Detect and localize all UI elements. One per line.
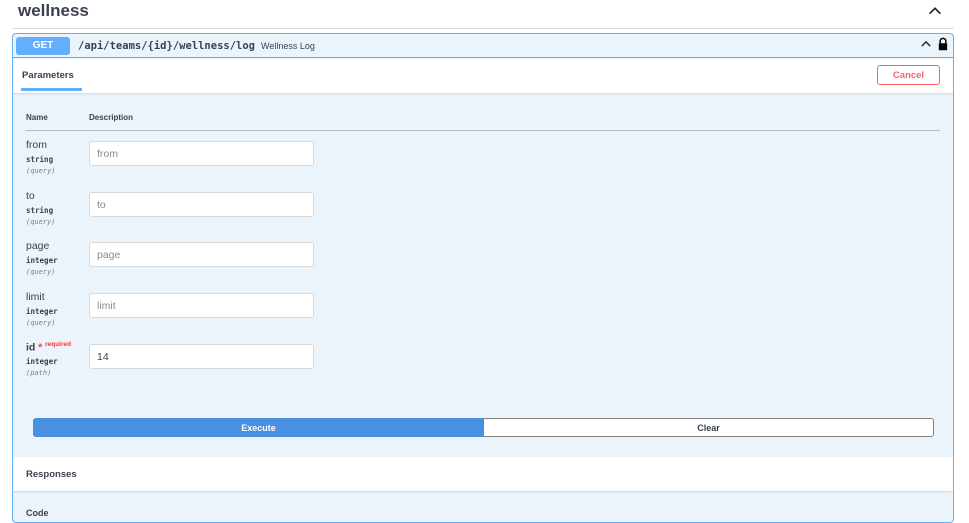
responses-code-header: Code (26, 508, 49, 518)
responses-section-header: Responses (13, 457, 953, 491)
parameters-table: Name Description from string (query) to … (13, 94, 953, 454)
required-star: * (38, 342, 43, 354)
param-type-limit: integer (26, 307, 58, 316)
param-type-from: string (26, 155, 54, 164)
parameters-section-header: Parameters Cancel (13, 59, 953, 93)
responses-title: Responses (26, 469, 77, 480)
param-name-page: page (26, 240, 50, 252)
param-location-limit: (query) (26, 319, 56, 327)
param-name-from: from (26, 139, 47, 151)
summary-icons (919, 37, 949, 51)
tag-header[interactable]: wellness (12, 0, 954, 29)
param-type-id: integer (26, 357, 58, 366)
operation-summary[interactable]: GET /api/teams/{id}/wellness/log Wellnes… (13, 34, 953, 58)
execute-button[interactable]: Execute (33, 418, 484, 437)
param-location-id: (path) (26, 369, 52, 377)
lock-icon[interactable] (937, 37, 949, 51)
column-header-name: Name (26, 113, 48, 122)
chevron-up-icon[interactable] (926, 2, 944, 20)
cancel-button[interactable]: Cancel (877, 65, 940, 85)
id-input[interactable] (89, 344, 314, 369)
param-name-id-text: id (26, 341, 36, 354)
param-type-to: string (26, 206, 54, 215)
required-label: required (45, 341, 72, 348)
from-input[interactable] (89, 141, 314, 166)
param-location-page: (query) (26, 268, 56, 276)
operation-description: Wellness Log (261, 40, 315, 51)
param-location-from: (query) (26, 167, 56, 175)
operation-block: GET /api/teams/{id}/wellness/log Wellnes… (12, 33, 954, 523)
to-input[interactable] (89, 192, 314, 217)
header-divider (25, 130, 940, 131)
param-name-to: to (26, 190, 35, 202)
tab-active-indicator (21, 88, 82, 91)
tab-parameters[interactable]: Parameters (22, 70, 74, 81)
column-header-description: Description (89, 113, 134, 122)
clear-button[interactable]: Clear (483, 418, 934, 437)
param-location-to: (query) (26, 218, 56, 226)
operation-path: /api/teams/{id}/wellness/log (78, 39, 256, 52)
tag-title: wellness (18, 1, 89, 20)
collapse-chevron-icon[interactable] (919, 37, 933, 51)
param-type-page: integer (26, 256, 58, 265)
param-name-limit: limit (26, 291, 45, 303)
param-name-id: id * required (26, 341, 71, 354)
method-badge: GET (16, 36, 70, 55)
page-input[interactable] (89, 242, 314, 267)
limit-input[interactable] (89, 293, 314, 318)
